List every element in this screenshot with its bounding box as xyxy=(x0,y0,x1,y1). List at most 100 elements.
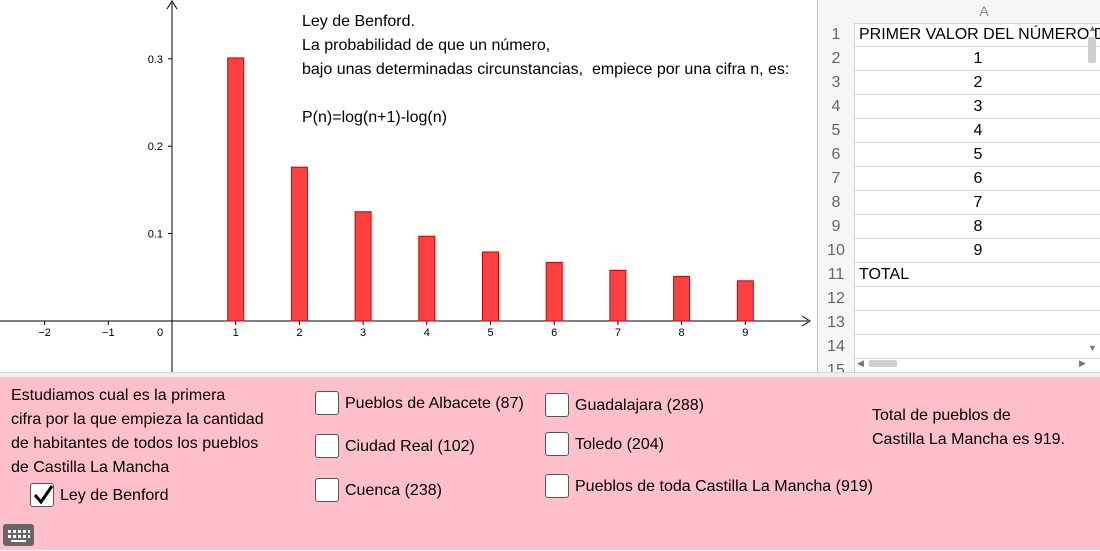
spreadsheet-row[interactable]: 76 xyxy=(818,167,1100,192)
row-number[interactable]: 13 xyxy=(818,311,855,336)
spreadsheet-corner[interactable] xyxy=(818,0,855,24)
description-line-4: de Castilla La Mancha xyxy=(11,459,170,476)
spreadsheet-row[interactable]: 32 xyxy=(818,71,1100,96)
x-tick-label: 7 xyxy=(615,327,621,339)
spreadsheet-row[interactable]: 12 xyxy=(818,287,1100,312)
column-header-a[interactable]: A xyxy=(854,0,1100,24)
benford-title: Ley de Benford. xyxy=(302,13,415,30)
controls-panel: Estudiamos cual es la primera cifra por … xyxy=(0,378,1100,550)
x-tick-label: 5 xyxy=(487,327,493,339)
spreadsheet-cell[interactable]: 8 xyxy=(855,215,1100,239)
albacete-checkbox[interactable] xyxy=(315,391,339,415)
x-tick-label: 0 xyxy=(157,327,163,339)
spreadsheet-row[interactable]: 43 xyxy=(818,95,1100,120)
row-number[interactable]: 11 xyxy=(818,263,855,288)
spreadsheet-cell[interactable]: 5 xyxy=(855,143,1100,167)
description-line-1: Estudiamos cual es la primera xyxy=(11,387,226,404)
spreadsheet-cell[interactable]: 6 xyxy=(855,167,1100,191)
spreadsheet-cell[interactable]: TOTAL xyxy=(855,263,1100,287)
x-tick-label: 3 xyxy=(360,327,366,339)
row-number[interactable]: 14 xyxy=(818,335,855,360)
spreadsheet-cell[interactable]: 4 xyxy=(855,119,1100,143)
spreadsheet-cell[interactable] xyxy=(855,287,1100,311)
row-number[interactable]: 15 xyxy=(818,359,855,372)
spreadsheet-row[interactable]: 65 xyxy=(818,143,1100,168)
bar-6 xyxy=(545,261,563,322)
spreadsheet-cell[interactable]: 7 xyxy=(855,191,1100,215)
toda-castilla-label[interactable]: Pueblos de toda Castilla La Mancha (919) xyxy=(575,477,873,497)
total-line-1: Total de pueblos de xyxy=(872,407,1011,424)
x-tick-label: 4 xyxy=(424,327,430,339)
vertical-scroll-thumb[interactable] xyxy=(1088,37,1096,63)
keyboard-button[interactable] xyxy=(3,524,34,546)
spreadsheet-row[interactable]: 54 xyxy=(818,119,1100,144)
scroll-left-icon[interactable]: ◀ xyxy=(857,358,864,369)
toledo-checkbox[interactable] xyxy=(545,432,569,456)
row-number[interactable]: 8 xyxy=(818,191,855,216)
spreadsheet-cell[interactable]: 3 xyxy=(855,95,1100,119)
spreadsheet-row[interactable]: 98 xyxy=(818,215,1100,240)
ciudad-real-label[interactable]: Ciudad Real (102) xyxy=(345,437,475,457)
row-number[interactable]: 5 xyxy=(818,119,855,144)
benford-text-line-2: La probabilidad de que un número, xyxy=(302,37,551,54)
spreadsheet-row[interactable]: 13 xyxy=(818,311,1100,336)
spreadsheet-cell[interactable] xyxy=(855,335,1100,359)
row-number[interactable]: 4 xyxy=(818,95,855,120)
total-line-2: Castilla La Mancha es 919. xyxy=(872,431,1065,448)
benford-checkbox[interactable] xyxy=(30,483,54,507)
toda-castilla-checkbox[interactable] xyxy=(545,474,569,498)
spreadsheet-row[interactable]: 21 xyxy=(818,47,1100,72)
row-number[interactable]: 12 xyxy=(818,287,855,312)
checkmark-icon xyxy=(33,485,54,505)
bar-9 xyxy=(736,280,754,322)
ciudad-real-checkbox[interactable] xyxy=(315,434,339,458)
row-number[interactable]: 3 xyxy=(818,71,855,96)
spreadsheet-cell[interactable] xyxy=(855,311,1100,335)
spreadsheet-row[interactable]: 14 xyxy=(818,335,1100,360)
benford-text-line-3: bajo unas determinadas circunstancias, e… xyxy=(302,61,790,78)
row-number[interactable]: 7 xyxy=(818,167,855,192)
row-number[interactable]: 6 xyxy=(818,143,855,168)
bar-5 xyxy=(482,251,499,322)
spreadsheet-cell[interactable]: 9 xyxy=(855,239,1100,263)
row-number[interactable]: 9 xyxy=(818,215,855,240)
spreadsheet-view[interactable]: A 1 PRIMER VALOR DEL NÚMERO D213243546576… xyxy=(817,0,1100,372)
spreadsheet-cell[interactable]: 1 xyxy=(855,47,1100,71)
toledo-label[interactable]: Toledo (204) xyxy=(575,435,664,455)
spreadsheet-cell[interactable]: 2 xyxy=(855,71,1100,95)
spreadsheet-cell[interactable]: PRIMER VALOR DEL NÚMERO D xyxy=(855,23,1100,47)
benford-formula: P(n)=log(n+1)-log(n) xyxy=(302,109,447,126)
bar-8 xyxy=(673,275,691,322)
spreadsheet-row[interactable]: 10 9 xyxy=(818,239,1100,264)
bar-3 xyxy=(354,211,372,322)
scroll-down-icon[interactable]: ▼ xyxy=(1088,343,1097,353)
spreadsheet-row[interactable]: 11 TOTAL xyxy=(818,263,1100,288)
guadalajara-label[interactable]: Guadalajara (288) xyxy=(575,396,704,416)
scroll-up-icon[interactable]: ▲ xyxy=(1088,23,1097,33)
y-tick-label: 0.2 xyxy=(148,141,163,153)
bar-7 xyxy=(609,269,627,322)
vertical-scrollbar[interactable]: ▲ ▼ xyxy=(1086,23,1098,358)
benford-label[interactable]: Ley de Benford xyxy=(60,486,169,506)
spreadsheet-row[interactable]: 87 xyxy=(818,191,1100,216)
horizontal-scrollbar[interactable]: ◀ ▶ xyxy=(855,357,1091,371)
x-tick-label: −2 xyxy=(38,327,51,339)
albacete-label[interactable]: Pueblos de Albacete (87) xyxy=(345,394,524,414)
description-line-3: de habitantes de todos los pueblos xyxy=(11,435,259,452)
x-tick-label: 6 xyxy=(551,327,557,339)
row-number[interactable]: 10 xyxy=(818,239,855,264)
cuenca-checkbox[interactable] xyxy=(315,478,339,502)
guadalajara-checkbox[interactable] xyxy=(545,393,569,417)
x-tick-label: 2 xyxy=(296,327,302,339)
scroll-right-icon[interactable]: ▶ xyxy=(1079,358,1086,369)
spreadsheet-row[interactable]: 1 PRIMER VALOR DEL NÚMERO D xyxy=(818,23,1100,48)
horizontal-scroll-thumb[interactable] xyxy=(869,360,897,367)
graphics-view[interactable]: −2 −1 0 1 2 3 4 5 6 7 8 9 0.1 0.2 0.3 Ley de Benford. … xyxy=(0,0,814,372)
x-tick-label: 8 xyxy=(679,327,685,339)
row-number[interactable]: 2 xyxy=(818,47,855,72)
keyboard-icon xyxy=(8,530,30,542)
y-tick-label: 0.3 xyxy=(148,54,163,66)
x-tick-label: 1 xyxy=(233,327,239,339)
cuenca-label[interactable]: Cuenca (238) xyxy=(345,481,442,501)
row-number[interactable]: 1 xyxy=(818,23,855,48)
